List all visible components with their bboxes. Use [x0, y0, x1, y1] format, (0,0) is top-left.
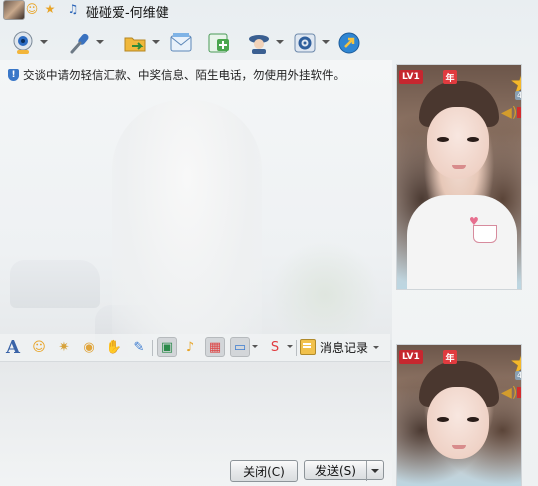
gift-icon[interactable]: ▦: [205, 337, 225, 357]
shake-window-icon[interactable]: ◉: [80, 338, 98, 356]
screenshot-dropdown-icon[interactable]: [252, 345, 258, 348]
message-history-label: 消息记录: [320, 340, 369, 355]
image-icon[interactable]: ▣: [157, 337, 177, 357]
title-bar: ☺ ★ ♫ 碰碰爱-何维健: [0, 0, 538, 22]
remote-share-icon: [334, 28, 364, 58]
send-file-button[interactable]: [120, 28, 160, 58]
send-options-dropdown[interactable]: [366, 461, 383, 481]
my-show-image[interactable]: LV1 年 ★ 49 ◀) 4: [396, 344, 522, 486]
font-icon[interactable]: A: [4, 337, 22, 358]
close-button[interactable]: 关闭(C): [230, 460, 298, 482]
music-note-icon[interactable]: ♫: [66, 2, 80, 16]
volume-value: 4: [517, 387, 521, 398]
input-method-dropdown-icon[interactable]: [287, 345, 293, 348]
close-button-label: 关闭(C): [243, 464, 285, 479]
message-history-button[interactable]: 消息记录: [300, 338, 380, 356]
security-notice-text: 交谈中请勿轻信汇款、中奖信息、陌生电话，勿使用外挂软件。: [23, 68, 345, 82]
speaker-icon[interactable]: ◀): [501, 105, 517, 121]
send-button[interactable]: 发送(S): [304, 460, 384, 481]
gesture-icon[interactable]: ✋: [105, 338, 123, 356]
contact-avatar[interactable]: [3, 0, 25, 20]
star-count: 49: [515, 91, 521, 100]
smiley-status-icon[interactable]: ☺: [25, 2, 39, 16]
history-dropdown-icon: [373, 345, 380, 349]
chevron-down-icon: [371, 469, 379, 473]
voice-call-button[interactable]: [64, 28, 104, 58]
app-menu-button[interactable]: [244, 28, 284, 58]
level-badge: LV1: [399, 70, 423, 84]
add-contact-button[interactable]: [204, 28, 234, 58]
send-mail-button[interactable]: [166, 28, 196, 58]
remote-share-button[interactable]: [334, 28, 364, 58]
emoticon-icon[interactable]: ☺: [30, 338, 48, 356]
handwriting-icon[interactable]: ✎: [130, 338, 148, 356]
year-badge: 年: [443, 70, 457, 84]
level-badge: LV1: [399, 350, 423, 364]
security-notice: ! 交谈中请勿轻信汇款、中奖信息、陌生电话，勿使用外挂软件。: [8, 67, 345, 83]
magic-emoticon-icon[interactable]: ✷: [55, 338, 73, 356]
contact-show-image[interactable]: ♥ LV1 年 ★ 49 ◀) 4: [396, 64, 522, 290]
music-icon[interactable]: ♪: [181, 338, 199, 356]
add-icon: [204, 28, 234, 58]
format-toolbar: A ☺ ✷ ◉ ✋ ✎ ▣ ♪ ▦ ▭ S 消息记录: [0, 334, 390, 362]
message-input[interactable]: [0, 362, 390, 458]
settings-icon: [290, 28, 320, 58]
message-history-icon: [300, 339, 316, 355]
star-icon[interactable]: ★: [43, 2, 57, 16]
profile-panel: ♥ LV1 年 ★ 49 ◀) 4 LV1 年 ★ 49 ◀) 4: [392, 60, 538, 486]
folder-icon: [120, 28, 150, 58]
speaker-icon[interactable]: ◀): [501, 385, 517, 401]
sogou-input-icon[interactable]: S: [266, 338, 284, 356]
microphone-icon: [64, 28, 94, 58]
send-button-label: 发送(S): [315, 463, 356, 478]
video-call-icon: [8, 28, 38, 58]
user-hat-icon: [244, 28, 274, 58]
video-call-button[interactable]: [8, 28, 48, 58]
shield-icon: !: [8, 69, 19, 81]
mail-icon: [166, 28, 196, 58]
star-count: 49: [515, 371, 521, 380]
chat-window: ☺ ★ ♫ 碰碰爱-何维健 ! 交谈中请勿轻信汇款、中奖信息、陌生电话，勿使用外…: [0, 0, 538, 486]
year-badge: 年: [443, 350, 457, 364]
screenshot-icon[interactable]: ▭: [230, 337, 250, 357]
settings-button[interactable]: [290, 28, 330, 58]
window-title: 碰碰爱-何维健: [86, 6, 169, 21]
volume-value: 4: [517, 107, 521, 118]
